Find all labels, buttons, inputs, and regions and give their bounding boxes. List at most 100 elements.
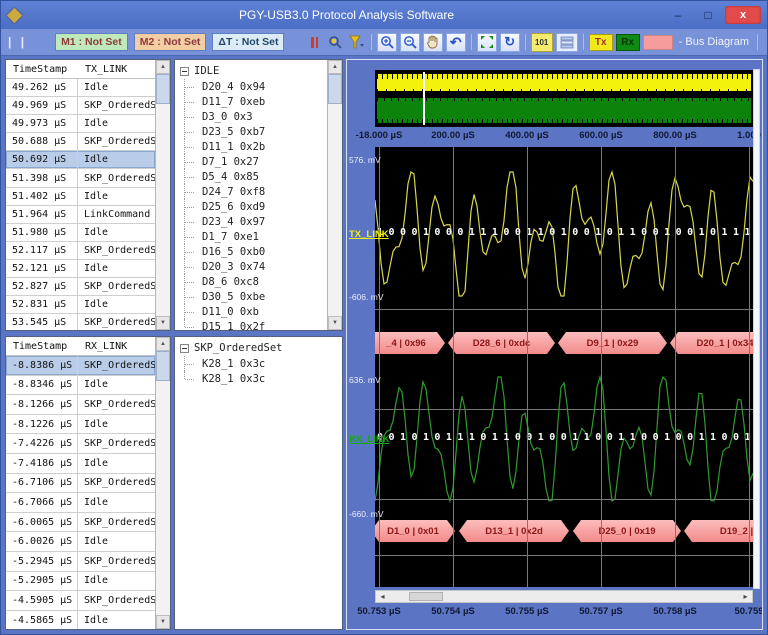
- undo-icon[interactable]: ↶: [446, 33, 466, 52]
- tx-tree-item[interactable]: D20_3 0x74: [180, 259, 327, 274]
- tx-tree-scrollbar[interactable]: ▲ ▼: [327, 60, 342, 330]
- collapse-icon[interactable]: [180, 344, 189, 353]
- marker2-button[interactable]: M2 : Not Set: [134, 33, 207, 51]
- rx-table-row[interactable]: -8.8346 µSIdle: [6, 376, 155, 396]
- zoom-out-icon[interactable]: [400, 33, 420, 52]
- signal-overview[interactable]: [375, 70, 753, 127]
- rx-table-scrollbar[interactable]: ▲ ▼: [155, 337, 170, 629]
- tree-root[interactable]: SKP_OrderedSet: [180, 340, 342, 356]
- overview-cursor[interactable]: [423, 72, 425, 125]
- pan-hand-icon[interactable]: [423, 33, 443, 52]
- rx-table-row[interactable]: -8.1226 µSIdle: [6, 415, 155, 435]
- scroll-down-icon[interactable]: ▼: [156, 615, 170, 629]
- collapse-icon[interactable]: [180, 67, 189, 76]
- tx-tree-item[interactable]: D3_0 0x3: [180, 109, 327, 124]
- tx-tree-item[interactable]: D8_6 0xc8: [180, 274, 327, 289]
- rx-table-row[interactable]: -6.7066 µSIdle: [6, 493, 155, 513]
- rx-table-row[interactable]: -4.5905 µSSKP_OrderedSet: [6, 591, 155, 611]
- rx-table-row[interactable]: -8.8386 µSSKP_OrderedSet: [6, 356, 155, 376]
- scroll-thumb[interactable]: [156, 351, 170, 381]
- tx-table-row[interactable]: 51.980 µSIdle: [6, 224, 155, 242]
- tx-table-row[interactable]: 53.545 µSSKP_OrderedSet: [6, 314, 155, 330]
- tx-channel-button[interactable]: Tx: [589, 34, 613, 51]
- scroll-thumb[interactable]: [409, 592, 443, 601]
- tx-tree-item[interactable]: D30_5 0xbe: [180, 289, 327, 304]
- tx-tree-item[interactable]: D20_4 0x94: [180, 79, 327, 94]
- tree-root[interactable]: IDLE: [180, 63, 327, 79]
- symbol-marker[interactable]: D25_0 | 0x19: [573, 520, 681, 542]
- tx-table-scrollbar[interactable]: ▲ ▼: [155, 60, 170, 330]
- tx-table-row[interactable]: 52.827 µSSKP_OrderedSet: [6, 278, 155, 296]
- symbol-marker[interactable]: _4 | 0x96: [375, 332, 445, 354]
- tx-table-row[interactable]: 49.973 µSIdle: [6, 115, 155, 133]
- binary-view-icon[interactable]: 101: [531, 33, 553, 52]
- scroll-up-icon[interactable]: ▲: [156, 60, 170, 74]
- symbol-marker[interactable]: D1_0 | 0x01: [375, 520, 455, 542]
- rx-table-row[interactable]: -6.0065 µSSKP_OrderedSet: [6, 513, 155, 533]
- tx-link-channel-label[interactable]: TX_LINK: [349, 229, 389, 240]
- scroll-thumb[interactable]: [328, 74, 342, 104]
- rx-table-row[interactable]: -7.4226 µSSKP_OrderedSet: [6, 434, 155, 454]
- symbol-marker[interactable]: D20_1 | 0x34: [670, 332, 753, 354]
- tx-table-row[interactable]: 51.398 µSSKP_OrderedSet: [6, 169, 155, 187]
- rx-table-row[interactable]: -5.2905 µSIdle: [6, 572, 155, 592]
- delta-t-button[interactable]: ΔT : Not Set: [212, 33, 284, 51]
- rx-table-row[interactable]: -8.1266 µSSKP_OrderedSet: [6, 395, 155, 415]
- tx-tree-item[interactable]: D25_6 0xd9: [180, 199, 327, 214]
- scroll-down-icon[interactable]: ▼: [156, 316, 170, 330]
- signal-list-icon[interactable]: [556, 33, 578, 52]
- rx-table-row[interactable]: -4.5865 µSIdle: [6, 611, 155, 629]
- search-icon[interactable]: [327, 33, 345, 51]
- tx-tree-item[interactable]: D11_1 0x2b: [180, 139, 327, 154]
- tx-tree-item[interactable]: D7_1 0x27: [180, 154, 327, 169]
- tx-tree-item[interactable]: D23_4 0x97: [180, 214, 327, 229]
- scroll-thumb[interactable]: [156, 74, 170, 104]
- tx-table-row[interactable]: 49.262 µSIdle: [6, 79, 155, 97]
- fit-screen-icon[interactable]: [477, 33, 497, 52]
- tx-tree-item[interactable]: D11_0 0xb: [180, 304, 327, 319]
- symbol-marker[interactable]: D19_2 |: [684, 520, 753, 542]
- tx-tree-item[interactable]: D15_1 0x2f: [180, 319, 327, 330]
- tx-tree-item[interactable]: D11_7 0xeb: [180, 94, 327, 109]
- tx-table-row[interactable]: 49.969 µSSKP_OrderedSet: [6, 97, 155, 115]
- tx-table-row[interactable]: 51.964 µSLinkCommand: [6, 206, 155, 224]
- toolbar-drag-handle[interactable]: | |: [8, 35, 27, 49]
- tx-tree-item[interactable]: D23_5 0xb7: [180, 124, 327, 139]
- pause-icon[interactable]: [306, 33, 324, 51]
- waveform-chart[interactable]: 100010001110011010010110010010111 001010…: [375, 147, 753, 587]
- close-button[interactable]: x: [725, 6, 761, 24]
- scroll-down-icon[interactable]: ▼: [328, 316, 342, 330]
- scroll-left-icon[interactable]: ◂: [376, 591, 389, 602]
- tx-table-row[interactable]: 50.692 µSIdle: [6, 151, 155, 169]
- tx-table-row[interactable]: 52.121 µSIdle: [6, 260, 155, 278]
- rx-table-row[interactable]: -6.7106 µSSKP_OrderedSet: [6, 474, 155, 494]
- scroll-up-icon[interactable]: ▲: [328, 60, 342, 74]
- tx-table-row[interactable]: 52.831 µSIdle: [6, 296, 155, 314]
- symbol-marker[interactable]: D28_6 | 0xdc: [448, 332, 555, 354]
- marker-color-swatch[interactable]: [643, 35, 673, 50]
- rx-table-row[interactable]: -5.2945 µSSKP_OrderedSet: [6, 552, 155, 572]
- tx-tree-item[interactable]: D1_7 0xe1: [180, 229, 327, 244]
- marker1-button[interactable]: M1 : Not Set: [55, 33, 128, 51]
- zoom-in-icon[interactable]: [377, 33, 397, 52]
- scroll-right-icon[interactable]: ▸: [739, 591, 752, 602]
- tx-tree-item[interactable]: D16_5 0xb0: [180, 244, 327, 259]
- tx-table-row[interactable]: 52.117 µSSKP_OrderedSet: [6, 242, 155, 260]
- tx-table-row[interactable]: 51.402 µSIdle: [6, 188, 155, 206]
- tx-table-row[interactable]: 50.688 µSSKP_OrderedSet: [6, 133, 155, 151]
- refresh-icon[interactable]: ↻: [500, 33, 520, 52]
- rx-tree-item[interactable]: K28_1 0x3c: [180, 371, 342, 386]
- rx-table-row[interactable]: -7.4186 µSIdle: [6, 454, 155, 474]
- minimize-button[interactable]: –: [665, 6, 691, 24]
- rx-table-row[interactable]: -6.0026 µSIdle: [6, 532, 155, 552]
- rx-link-channel-label[interactable]: RX_LINK: [349, 434, 390, 445]
- rx-channel-button[interactable]: Rx: [616, 34, 640, 51]
- tx-tree-item[interactable]: D5_4 0x85: [180, 169, 327, 184]
- symbol-marker[interactable]: D13_1 | 0x2d: [459, 520, 569, 542]
- rx-tree-item[interactable]: K28_1 0x3c: [180, 356, 342, 371]
- scroll-up-icon[interactable]: ▲: [156, 337, 170, 351]
- tx-tree-item[interactable]: D24_7 0xf8: [180, 184, 327, 199]
- symbol-marker[interactable]: D9_1 | 0x29: [558, 332, 667, 354]
- maximize-button[interactable]: □: [695, 6, 721, 24]
- chart-horizontal-scrollbar[interactable]: ◂ ▸: [375, 590, 753, 603]
